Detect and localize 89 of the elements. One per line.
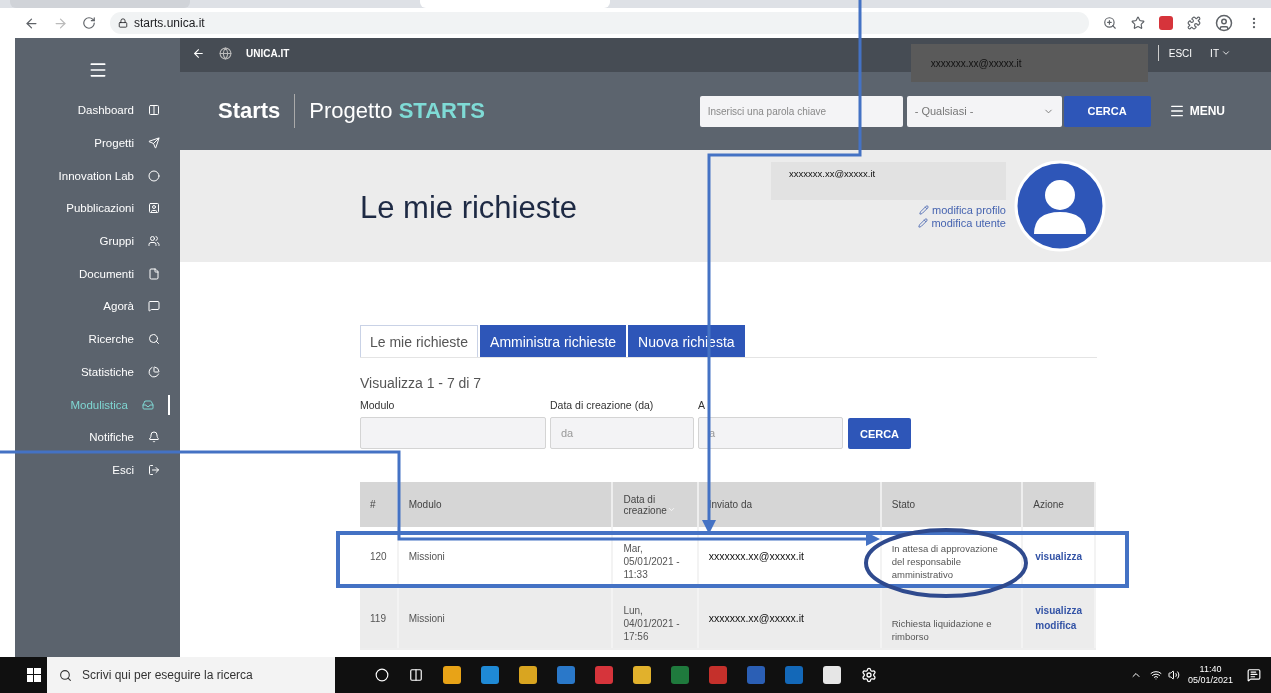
sidebar-item[interactable]: Dashboard (15, 94, 180, 127)
search-icon (59, 668, 72, 682)
back-icon[interactable] (24, 15, 39, 31)
zoom-icon[interactable] (1103, 16, 1117, 30)
sidebar-item[interactable]: Progetti (15, 126, 180, 160)
filter-field[interactable] (360, 417, 546, 449)
action-link[interactable]: visualizza (1035, 549, 1082, 564)
sidebar-item[interactable]: Esci (15, 453, 180, 487)
menu-button[interactable]: MENU (1162, 102, 1231, 120)
pencil-icon (918, 218, 929, 228)
windows-icon[interactable] (27, 668, 41, 682)
profile-icon[interactable] (1215, 14, 1233, 32)
column-header[interactable]: Inviato da (697, 482, 881, 527)
pie-chart-icon (148, 365, 160, 378)
category-select[interactable]: - Qualsiasi - (906, 95, 1062, 127)
column-header[interactable]: Azione (1022, 482, 1095, 527)
tab[interactable]: Amministra richieste (480, 325, 627, 357)
profile-link[interactable]: modifica utente (918, 217, 1006, 229)
lock-icon (118, 18, 128, 28)
network-icon[interactable] (1149, 669, 1162, 681)
tab[interactable]: Le mie richieste (360, 325, 479, 357)
notification-icon[interactable] (1247, 668, 1261, 682)
tab[interactable]: Nuova richiesta (628, 325, 745, 357)
circle-icon[interactable] (375, 668, 389, 682)
pencil-icon (919, 205, 929, 215)
logout-icon (148, 463, 160, 476)
send-icon (148, 137, 160, 150)
sidebar-item[interactable]: Ricerche (15, 322, 180, 356)
search-field[interactable]: Inserisci una parola chiave (699, 95, 903, 127)
users-icon (148, 235, 160, 248)
globe-icon (219, 46, 232, 60)
language-select[interactable]: IT (1210, 47, 1231, 59)
star-icon[interactable] (1131, 16, 1145, 30)
taskbar-search-field[interactable]: Scrivi qui per eseguire la ricerca (47, 657, 335, 693)
field-label: A (698, 399, 706, 411)
user-email: xxxxxxx.xx@xxxxx.it (771, 162, 1006, 200)
menu-icon (1168, 103, 1185, 119)
clock[interactable]: 11:40 05/01/2021 (1187, 664, 1233, 686)
chevron-icon (1221, 48, 1231, 58)
sidebar-item[interactable]: Modulistica (15, 388, 180, 421)
url-text: starts.unica.it (134, 16, 205, 30)
sidebar-item[interactable]: Gruppi (15, 224, 180, 258)
action-link[interactable]: visualizza (1035, 603, 1082, 618)
profile-link[interactable]: modifica profilo (919, 204, 1006, 216)
table-cell: 120 (360, 527, 398, 587)
file-icon (148, 267, 160, 280)
search-icon (148, 333, 160, 346)
task-view-icon[interactable] (409, 668, 423, 682)
field-label: Data di creazione (da) (550, 399, 655, 411)
column-header[interactable]: Stato (880, 482, 1023, 527)
table-cell: xxxxxxx.xx@xxxxx.it (697, 587, 881, 649)
sidebar-item[interactable]: Documenti (15, 257, 180, 291)
table-cell: Missioni (397, 587, 613, 649)
column-header[interactable]: # (360, 482, 398, 527)
columns-icon (148, 104, 160, 117)
action-link[interactable]: modifica (1035, 618, 1082, 633)
filter-field[interactable]: a (698, 417, 843, 449)
page-title: Le mie richieste (360, 189, 579, 226)
project-title: Progetto STARTS (294, 94, 700, 128)
sidebar-item[interactable]: Statistiche (15, 355, 180, 389)
avatar-icon (1014, 160, 1106, 252)
volume-icon[interactable] (1167, 669, 1180, 681)
table-cell: 119 (360, 587, 398, 649)
column-header[interactable]: Data di creazione (612, 482, 698, 527)
address-bar[interactable]: starts.unica.it (110, 12, 1089, 34)
user-email: xxxxxxx.xx@xxxxx.it (910, 44, 1148, 82)
inbox-icon (142, 398, 154, 411)
sidebar-item[interactable]: Innovation Lab (15, 159, 180, 193)
field-label: Modulo (360, 399, 396, 411)
table-cell: Lun, 04/01/2021 - 17:56 (612, 587, 698, 649)
sidebar-item[interactable]: Pubblicazioni (15, 192, 180, 225)
sidebar-item[interactable]: Notifiche (15, 420, 180, 454)
puzzle-icon[interactable] (1187, 16, 1201, 30)
table-cell: Richiesta liquidazione e rimborso (880, 587, 1023, 649)
filter-search-button[interactable]: CERCA (848, 418, 911, 449)
brand-name[interactable]: Starts (218, 98, 281, 124)
reload-icon[interactable] (82, 16, 96, 30)
site-name[interactable]: UNICA.IT (246, 47, 290, 59)
back-arrow-icon[interactable] (192, 46, 205, 60)
chat-icon (148, 300, 160, 313)
result-count: Visualizza 1 - 7 di 7 (360, 375, 483, 391)
search-button[interactable]: CERCA (1063, 95, 1151, 127)
logout-link[interactable]: ESCI (1168, 47, 1193, 59)
settings-icon[interactable] (861, 667, 877, 683)
id-card-icon (148, 202, 160, 215)
filter-field[interactable]: da (550, 417, 694, 449)
bell-icon (148, 431, 160, 444)
sidebar-item[interactable]: Agorà (15, 290, 180, 323)
circle-icon (148, 169, 160, 182)
